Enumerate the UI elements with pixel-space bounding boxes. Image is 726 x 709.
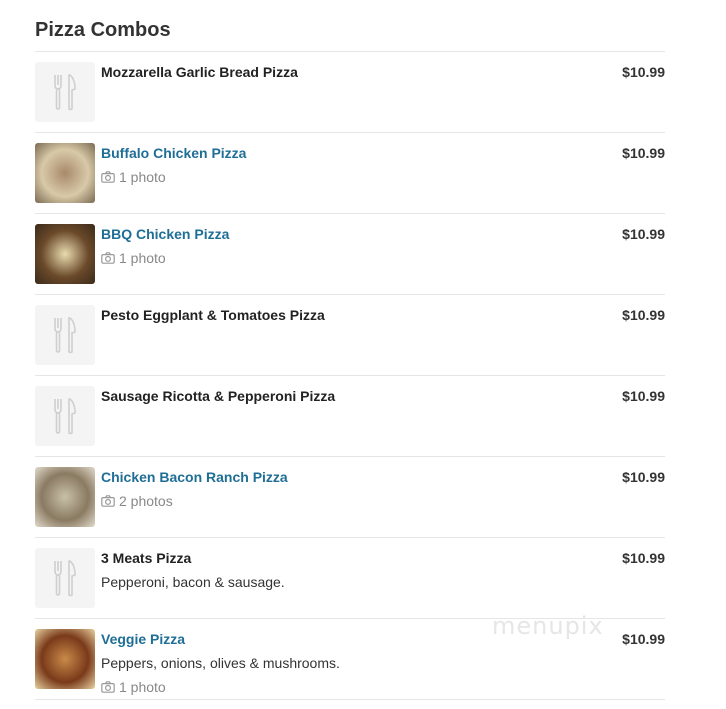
camera-icon — [101, 495, 115, 507]
menu-item-description: Pepperoni, bacon & sausage. — [101, 574, 285, 590]
fork-knife-icon — [35, 548, 95, 608]
menu-item-name[interactable]: Buffalo Chicken Pizza — [101, 144, 571, 162]
menu-item: Pesto Eggplant & Tomatoes Pizza $10.99 — [35, 295, 665, 376]
menu-item-info: BBQ Chicken Pizza 1 photo — [101, 225, 571, 267]
menu-item-name: Pesto Eggplant & Tomatoes Pizza — [101, 307, 325, 323]
pizza-photo-thumbnail[interactable] — [35, 629, 95, 689]
menu-item-info: Sausage Ricotta & Pepperoni Pizza — [101, 387, 571, 405]
menu-item: Sausage Ricotta & Pepperoni Pizza $10.99 — [35, 376, 665, 457]
pizza-photo-thumbnail[interactable] — [35, 143, 95, 203]
menu-item-price: $10.99 — [622, 226, 665, 242]
menu-item-name: Mozzarella Garlic Bread Pizza — [101, 64, 298, 80]
menu-item-price: $10.99 — [622, 550, 665, 566]
fork-knife-icon — [35, 305, 95, 365]
pizza-photo-thumbnail[interactable] — [35, 224, 95, 284]
menu-item-info: Mozzarella Garlic Bread Pizza — [101, 63, 571, 81]
menu-item-description: Peppers, onions, olives & mushrooms. — [101, 655, 340, 671]
camera-icon — [101, 681, 115, 693]
menu-item-price: $10.99 — [622, 469, 665, 485]
menu-item-name: Sausage Ricotta & Pepperoni Pizza — [101, 388, 336, 404]
menu-item-info: Chicken Bacon Ranch Pizza 2 photos — [101, 468, 571, 510]
menu-item: Mozzarella Garlic Bread Pizza $10.99 — [35, 52, 665, 133]
watermark-logo: menupix — [492, 612, 604, 640]
menu-item-price: $10.99 — [622, 388, 665, 404]
photo-count-label: 1 photo — [119, 679, 166, 695]
menu-item-info: 3 Meats Pizza Pepperoni, bacon & sausage. — [101, 549, 571, 591]
menu-item: Buffalo Chicken Pizza 1 photo $10.99 — [35, 133, 665, 214]
photo-count-link[interactable]: 1 photo — [101, 678, 571, 696]
menu-item: 3 Meats Pizza Pepperoni, bacon & sausage.… — [35, 538, 665, 619]
fork-knife-icon — [35, 62, 95, 122]
menu-item-name[interactable]: BBQ Chicken Pizza — [101, 225, 571, 243]
menu-item-name[interactable]: Chicken Bacon Ranch Pizza — [101, 468, 571, 486]
photo-count-link[interactable]: 2 photos — [101, 492, 571, 510]
camera-icon — [101, 252, 115, 264]
fork-knife-icon — [35, 386, 95, 446]
menu-item-price: $10.99 — [622, 64, 665, 80]
menu-item-price: $10.99 — [622, 307, 665, 323]
pizza-photo-thumbnail[interactable] — [35, 467, 95, 527]
photo-count-link[interactable]: 1 photo — [101, 168, 571, 186]
menu-item-list: Mozzarella Garlic Bread Pizza $10.99 Buffa… — [35, 52, 665, 700]
photo-count-label: 1 photo — [119, 250, 166, 266]
photo-count-label: 1 photo — [119, 169, 166, 185]
menu-item-name: 3 Meats Pizza — [101, 550, 192, 566]
menu-item-price: $10.99 — [622, 145, 665, 161]
section-title: Pizza Combos — [35, 19, 171, 41]
photo-count-label: 2 photos — [119, 493, 173, 509]
menu-item-info: Buffalo Chicken Pizza 1 photo — [101, 144, 571, 186]
menu-item-info: Pesto Eggplant & Tomatoes Pizza — [101, 306, 571, 324]
camera-icon — [101, 171, 115, 183]
menu-item: BBQ Chicken Pizza 1 photo $10.99 — [35, 214, 665, 295]
menu-item: Chicken Bacon Ranch Pizza 2 photos $10.99 — [35, 457, 665, 538]
menu-item-price: $10.99 — [622, 631, 665, 647]
photo-count-link[interactable]: 1 photo — [101, 249, 571, 267]
